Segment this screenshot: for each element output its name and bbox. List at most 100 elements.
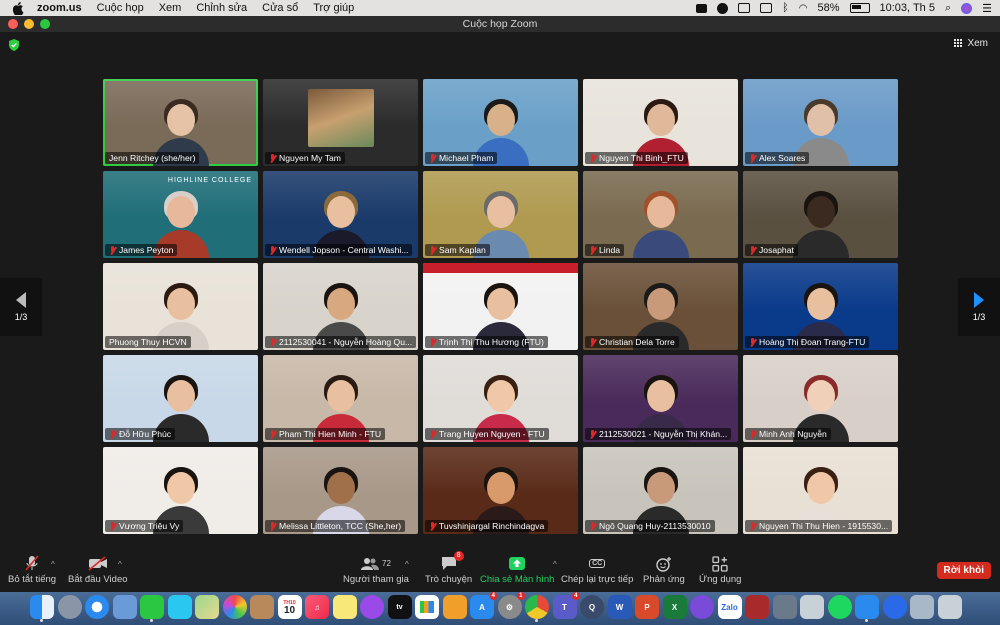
photos-icon[interactable] [222, 595, 247, 619]
leave-meeting-button[interactable]: Rời khỏi [936, 562, 991, 579]
security-shield-icon[interactable] [9, 38, 19, 56]
bluetooth-icon[interactable]: ᛒ [782, 2, 789, 14]
participant-tile[interactable]: 2112530021 - Nguyễn Thị Khán... [583, 355, 738, 442]
participant-tile[interactable]: Wendell Jopson - Central Washi... [263, 171, 418, 258]
participant-tile[interactable]: Jenn Ritchey (she/her) [103, 79, 258, 166]
music-icon[interactable]: ♫ [305, 595, 329, 619]
launchpad-icon[interactable] [57, 595, 82, 619]
menu-meeting[interactable]: Cuộc họp [97, 2, 144, 14]
maximize-window-button[interactable] [40, 19, 50, 29]
battery-icon[interactable] [849, 3, 870, 13]
notes-icon[interactable] [250, 595, 274, 619]
participant-tile[interactable]: Linda [583, 171, 738, 258]
share-options-caret[interactable]: ^ [553, 560, 557, 569]
zoom-tray-icon[interactable] [696, 3, 708, 13]
excel-icon[interactable]: X [662, 595, 687, 619]
participant-tile[interactable]: Đỗ Hữu Phúc [103, 355, 258, 442]
maps-icon[interactable] [195, 595, 219, 619]
participant-tile[interactable]: Alex Soares [743, 79, 898, 166]
menu-help[interactable]: Trợ giúp [313, 2, 354, 14]
system-preferences-icon[interactable]: ⚙ 1 [497, 592, 525, 619]
display-icon[interactable] [760, 3, 773, 13]
audio-options-caret[interactable]: ^ [51, 560, 55, 569]
participant-tile[interactable]: Nguyen Thi Thu Hien - 1915530... [743, 447, 898, 534]
participant-tile[interactable]: Ngô Quang Huy-2113530010 [583, 447, 738, 534]
trash-icon[interactable] [937, 595, 962, 619]
siri-icon[interactable] [961, 2, 973, 14]
spotlight-search-icon[interactable]: ⌕ [945, 2, 951, 15]
participant-tile[interactable]: Hoàng Thị Đoan Trang-FTU [743, 263, 898, 350]
spotify-icon[interactable] [827, 595, 852, 619]
calendar-icon[interactable]: TH10 10 [277, 595, 302, 619]
viber-icon[interactable] [690, 595, 714, 619]
participant-tile[interactable]: Pham Thi Hien Minh - FTU [263, 355, 418, 442]
app-store-icon[interactable]: A4 [470, 592, 497, 619]
pages-icon[interactable] [442, 595, 467, 619]
participant-tile[interactable]: Phuong Thuy HCVN [103, 263, 258, 350]
facetime-icon[interactable] [140, 595, 164, 622]
view-button[interactable]: Xem [954, 38, 988, 49]
reactions-button[interactable]: Phản ứng [643, 555, 685, 585]
menu-window[interactable]: Cửa sổ [262, 2, 298, 14]
share-screen-button[interactable]: Chia sẻ Màn hình [480, 555, 554, 585]
participant-name-tag: Tuvshinjargal Rinchindagva [425, 520, 549, 532]
participant-tile[interactable]: Nguyen My Tam [263, 79, 418, 166]
preview-icon[interactable] [112, 595, 137, 619]
quicktime-icon[interactable]: Q [580, 595, 604, 619]
zoom-icon[interactable] [855, 595, 879, 622]
menu-view[interactable]: Xem [159, 2, 182, 14]
finder-icon[interactable] [30, 595, 54, 622]
participant-tile[interactable]: Nguyen Thi Binh_FTU [583, 79, 738, 166]
zalo-icon[interactable]: Zalo [717, 595, 742, 619]
apple-menu-icon[interactable] [13, 1, 27, 15]
stickies-icon[interactable] [332, 595, 357, 619]
photo-booth-icon[interactable] [745, 595, 769, 619]
safari-icon[interactable] [85, 595, 109, 619]
participants-options-caret[interactable]: ^ [405, 560, 409, 569]
powerpoint-icon[interactable]: P [635, 595, 659, 619]
messages-icon[interactable] [167, 595, 192, 619]
skype-tray-icon[interactable] [717, 2, 729, 14]
mic-muted-icon [269, 245, 276, 255]
participant-tile[interactable]: 2112530041 - Nguyễn Hoàng Qu... [263, 263, 418, 350]
apps-button[interactable]: Ứng dụng [699, 555, 741, 585]
numbers-icon[interactable] [415, 595, 439, 619]
chat-button[interactable]: 8 Trò chuyện [425, 551, 472, 585]
participant-tile[interactable]: Tuvshinjargal Rinchindagva [423, 447, 578, 534]
participant-tile[interactable]: Christian Dela Torre [583, 263, 738, 350]
video-options-caret[interactable]: ^ [118, 560, 122, 569]
downloads-icon[interactable] [910, 595, 934, 619]
previous-page-button[interactable]: 1/3 [0, 278, 42, 336]
teams-icon[interactable]: T4 [552, 592, 580, 619]
participant-tile[interactable]: Trang Huyen Nguyen - FTU [423, 355, 578, 442]
participant-tile[interactable]: Minh Anh Nguyễn [743, 355, 898, 442]
participant-name-tag: Minh Anh Nguyễn [745, 428, 831, 440]
airplay-icon[interactable] [738, 3, 751, 13]
next-page-button[interactable]: 1/3 [958, 278, 1000, 336]
participant-name: Nguyen Thi Binh_FTU [599, 153, 684, 163]
participant-tile[interactable]: Michael Pham [423, 79, 578, 166]
live-transcript-button[interactable]: CC Chép lại trực tiếp [561, 555, 633, 585]
participant-tile[interactable]: HIGHLINE COLLEGE James Peyton [103, 171, 258, 258]
clock[interactable]: 10:03, Th 5 [880, 2, 935, 14]
apple-tv-icon[interactable]: tv [387, 595, 412, 619]
close-window-button[interactable] [8, 19, 18, 29]
word-icon[interactable]: W [607, 595, 632, 619]
preview-viewer-icon[interactable] [800, 595, 824, 619]
chrome-icon[interactable] [525, 595, 549, 622]
menu-edit[interactable]: Chỉnh sửa [196, 2, 247, 14]
app-menu-zoom[interactable]: zoom.us [37, 2, 82, 14]
participants-button[interactable]: 72 Người tham gia [343, 555, 409, 585]
participant-tile[interactable]: Sam Kaplan [423, 171, 578, 258]
zoom-meeting-icon[interactable] [882, 595, 907, 619]
participant-tile[interactable]: Vương Triệu Vy [103, 447, 258, 534]
image-capture-icon[interactable] [772, 595, 797, 619]
podcasts-icon[interactable] [360, 595, 384, 619]
participant-tile[interactable]: Josaphat [743, 171, 898, 258]
participant-tile[interactable]: Trịnh Thị Thu Hương (FTU) [423, 263, 578, 350]
unmute-button[interactable]: Bỏ tắt tiếng [8, 555, 56, 585]
participant-tile[interactable]: Melissa Littleton, TCC (She,her) [263, 447, 418, 534]
wifi-icon[interactable]: ◠ [799, 3, 808, 14]
minimize-window-button[interactable] [24, 19, 34, 29]
control-center-icon[interactable]: ☰ [982, 2, 992, 15]
